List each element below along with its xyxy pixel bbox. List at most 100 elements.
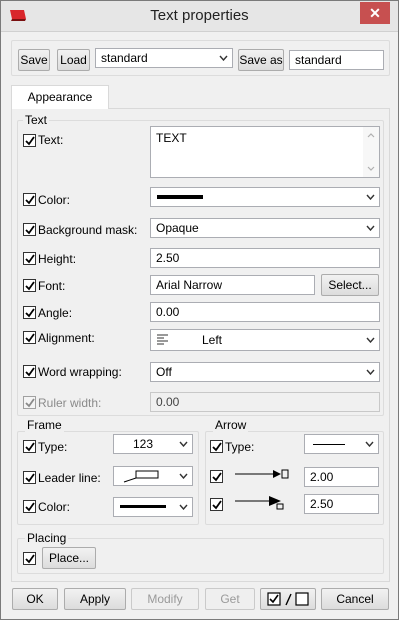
checkmark-icon xyxy=(25,281,35,291)
save-as-name-input[interactable]: standard xyxy=(289,50,384,70)
arrow-type-select[interactable] xyxy=(304,434,379,454)
modify-button[interactable]: Modify xyxy=(131,588,199,610)
chevron-down-icon xyxy=(366,369,375,375)
text-checkbox[interactable] xyxy=(23,134,36,147)
load-button[interactable]: Load xyxy=(57,49,90,71)
background-mask-value: Opaque xyxy=(156,221,199,235)
alignment-label: Alignment: xyxy=(38,331,95,345)
ok-button[interactable]: OK xyxy=(12,588,58,610)
frame-color-checkbox[interactable] xyxy=(23,500,36,513)
checkmark-icon xyxy=(212,500,222,510)
toggle-all-checkboxes-button[interactable] xyxy=(260,588,316,610)
background-mask-label: Background mask: xyxy=(38,223,138,237)
checkmark-icon xyxy=(25,254,35,264)
color-label: Color: xyxy=(38,193,71,207)
frame-type-checkbox[interactable] xyxy=(23,440,36,453)
frame-color-label: Color: xyxy=(38,500,71,514)
height-label: Height: xyxy=(38,252,77,266)
angle-label: Angle: xyxy=(38,306,73,320)
arrow-end-size-input[interactable]: 2.50 xyxy=(304,494,379,514)
checkmark-icon xyxy=(25,308,35,318)
checkmark-icon xyxy=(25,136,35,146)
word-wrapping-checkbox[interactable] xyxy=(23,365,36,378)
ruler-width-checkbox[interactable] xyxy=(23,396,36,409)
angle-checkbox[interactable] xyxy=(23,306,36,319)
save-as-button[interactable]: Save as xyxy=(238,49,284,71)
save-button[interactable]: Save xyxy=(18,49,50,71)
arrow-end-checkbox[interactable] xyxy=(210,498,223,511)
arrow-start-checkbox[interactable] xyxy=(210,470,223,483)
chevron-down-icon xyxy=(179,441,188,447)
checkmark-icon xyxy=(25,554,35,564)
background-mask-checkbox[interactable] xyxy=(23,223,36,236)
angle-input[interactable]: 0.00 xyxy=(150,302,380,322)
frame-type-select[interactable]: 123 xyxy=(113,434,193,454)
placing-checkbox[interactable] xyxy=(23,552,36,565)
frame-color-select[interactable] xyxy=(113,497,193,517)
text-group-title: Text xyxy=(23,113,50,127)
color-swatch xyxy=(157,195,203,199)
scroll-up-icon xyxy=(367,133,375,138)
arrow-start-size-input[interactable]: 2.00 xyxy=(304,467,379,487)
word-wrapping-value: Off xyxy=(156,365,172,379)
frame-type-value: 123 xyxy=(132,437,154,451)
text-properties-dialog: Text properties ✕ Save Load standard Sav… xyxy=(0,0,399,620)
checkmark-icon xyxy=(212,442,222,452)
font-select-button[interactable]: Select... xyxy=(321,274,379,296)
alignment-value: Left xyxy=(202,333,223,347)
align-left-icon xyxy=(157,334,168,345)
chevron-down-icon xyxy=(179,473,188,479)
font-checkbox[interactable] xyxy=(23,279,36,292)
check-uncheck-all-icon xyxy=(267,592,309,606)
window-title: Text properties xyxy=(150,7,249,24)
checkmark-icon xyxy=(25,225,35,235)
preset-select[interactable]: standard xyxy=(95,48,233,68)
text-label: Text: xyxy=(38,133,64,147)
place-button[interactable]: Place... xyxy=(42,547,96,569)
height-checkbox[interactable] xyxy=(23,252,36,265)
leader-line-label: Leader line: xyxy=(38,471,101,485)
apply-button[interactable]: Apply xyxy=(64,588,126,610)
checkmark-icon xyxy=(25,333,35,343)
arrow-group-title: Arrow xyxy=(213,418,249,432)
text-input[interactable]: TEXT xyxy=(150,126,380,178)
arrow-type-line xyxy=(313,444,345,445)
tab-appearance[interactable]: Appearance xyxy=(11,85,109,109)
placing-group-title: Placing xyxy=(25,531,69,545)
cancel-button[interactable]: Cancel xyxy=(321,588,389,610)
background-mask-select[interactable]: Opaque xyxy=(150,218,380,238)
checkmark-icon xyxy=(212,472,222,482)
scroll-down-icon xyxy=(367,166,375,171)
leader-line-checkbox[interactable] xyxy=(23,471,36,484)
font-input[interactable]: Arial Narrow xyxy=(150,275,315,295)
leader-line-icon xyxy=(123,470,159,483)
word-wrapping-select[interactable]: Off xyxy=(150,362,380,382)
checkmark-icon xyxy=(25,398,35,408)
chevron-down-icon xyxy=(179,504,188,510)
alignment-checkbox[interactable] xyxy=(23,331,36,344)
text-input-value: TEXT xyxy=(156,131,187,145)
alignment-select[interactable]: Left xyxy=(150,329,380,351)
ruler-width-input[interactable]: 0.00 xyxy=(150,392,380,412)
leader-line-select[interactable] xyxy=(113,466,193,486)
chevron-down-icon xyxy=(366,337,375,343)
checkmark-icon xyxy=(25,473,35,483)
height-input[interactable]: 2.50 xyxy=(150,248,380,268)
text-scrollbar[interactable] xyxy=(363,127,379,177)
ruler-width-label: Ruler width: xyxy=(38,396,102,410)
arrow-type-checkbox[interactable] xyxy=(210,440,223,453)
frame-group-title: Frame xyxy=(25,418,64,432)
checkmark-icon xyxy=(25,502,35,512)
word-wrapping-label: Word wrapping: xyxy=(38,365,122,379)
chevron-down-icon xyxy=(365,441,374,447)
close-button[interactable]: ✕ xyxy=(360,2,390,24)
get-button[interactable]: Get xyxy=(205,588,255,610)
frame-type-label: Type: xyxy=(38,440,68,454)
checkmark-icon xyxy=(25,442,35,452)
chevron-down-icon xyxy=(366,225,375,231)
preset-select-value: standard xyxy=(101,51,148,65)
color-select[interactable] xyxy=(150,187,380,207)
title-bar: Text properties ✕ xyxy=(1,1,398,32)
color-checkbox[interactable] xyxy=(23,193,36,206)
chevron-down-icon xyxy=(366,194,375,200)
